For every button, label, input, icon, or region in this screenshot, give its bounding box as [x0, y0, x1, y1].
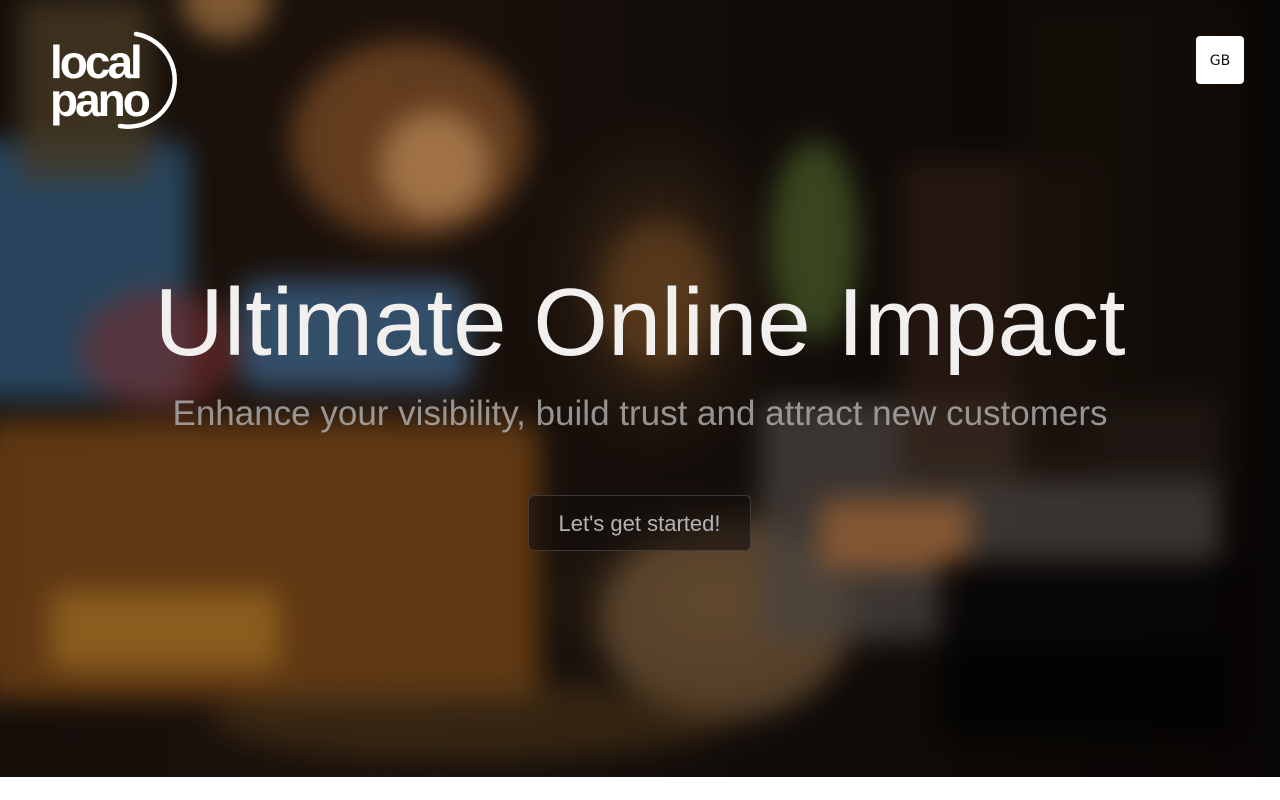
hero-title: Ultimate Online Impact — [154, 269, 1126, 376]
language-selector-button[interactable]: GB — [1196, 36, 1244, 84]
logo-text-line2: pano — [50, 74, 150, 126]
logo-graphic: local pano — [50, 31, 177, 129]
hero-subtitle: Enhance your visibility, build trust and… — [172, 394, 1108, 433]
localpano-logo[interactable]: local pano — [48, 28, 184, 130]
hero-section: local pano GB Ultimate Online Impact Enh… — [0, 0, 1280, 777]
get-started-button[interactable]: Let's get started! — [528, 495, 751, 551]
background-overlay — [0, 0, 1280, 777]
